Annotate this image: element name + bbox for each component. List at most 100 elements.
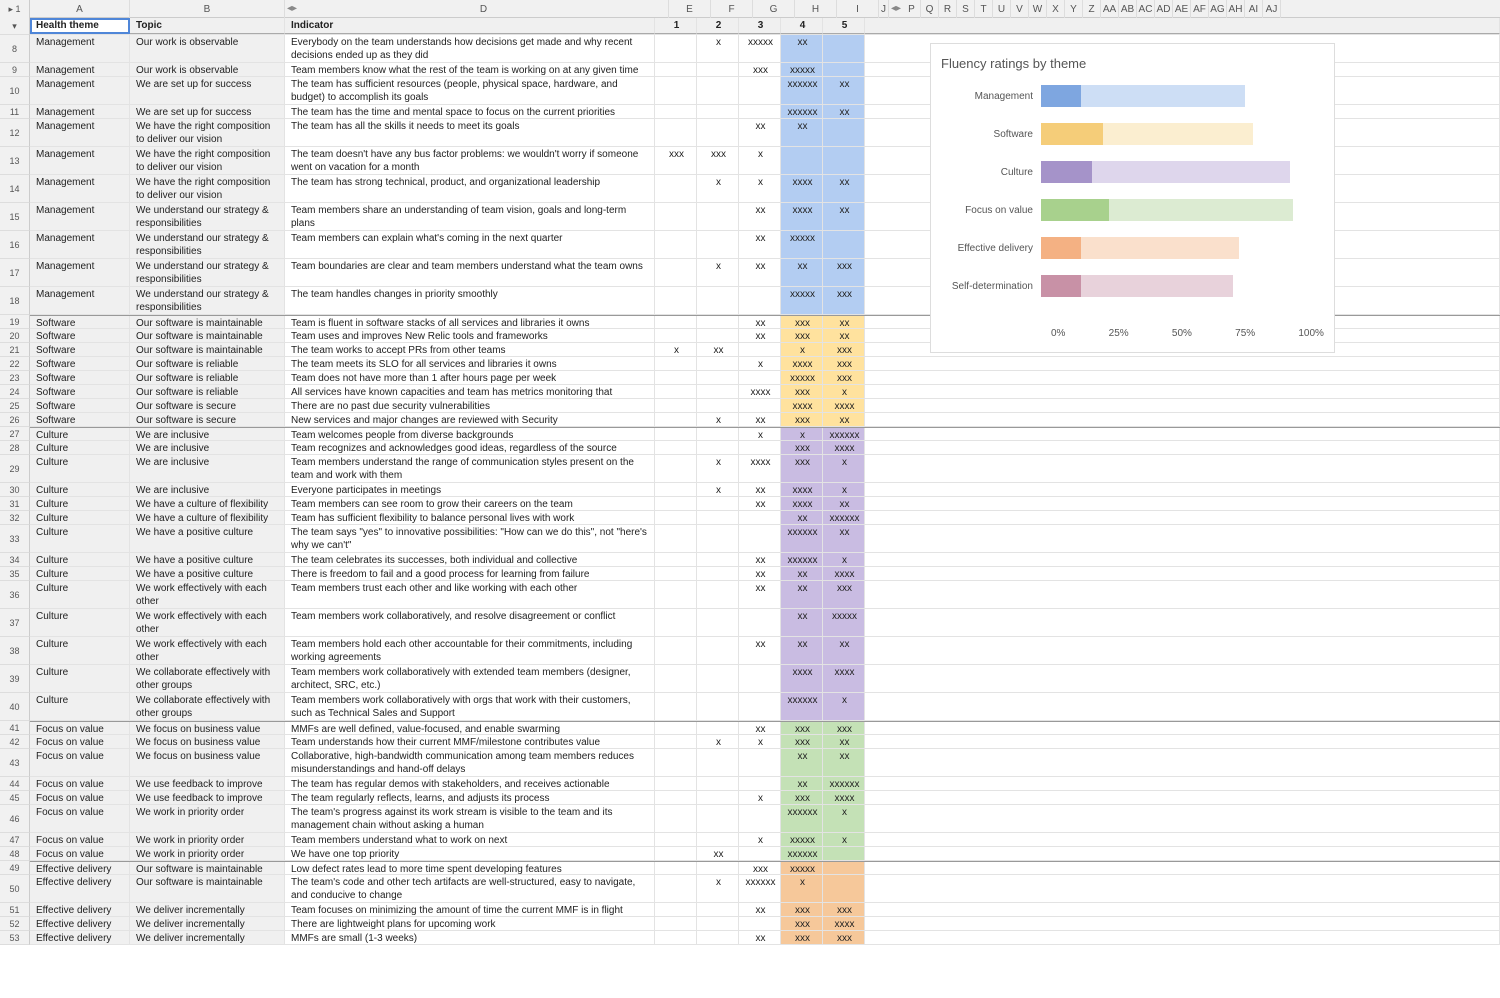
row-header-16[interactable]: 16 [0,231,30,259]
cell-empty[interactable] [865,749,1500,776]
cell-theme[interactable]: Management [30,147,130,174]
cell-theme[interactable]: Focus on value [30,833,130,846]
cell-topic[interactable]: We are inclusive [130,455,285,482]
cell-rating-5[interactable]: xx [823,175,865,202]
cell-topic[interactable]: We use feedback to improve [130,791,285,804]
cell-rating-2[interactable] [697,777,739,790]
cell-indicator[interactable]: Team members work collaboratively with e… [285,665,655,692]
cell-theme[interactable]: Software [30,343,130,356]
row-header-19[interactable]: 19 [0,315,30,329]
cell-empty[interactable] [865,735,1500,748]
cell-theme[interactable]: Effective delivery [30,917,130,930]
cell-rating-2[interactable] [697,567,739,580]
cell-topic[interactable]: We are set up for success [130,105,285,118]
cell-theme[interactable]: Management [30,63,130,76]
cell-rating-5[interactable]: xxxxxx [823,777,865,790]
cell-rating-5[interactable]: x [823,805,865,832]
cell-rating-3[interactable]: xx [739,231,781,258]
cell-topic[interactable]: We deliver incrementally [130,917,285,930]
cell-rating-3[interactable] [739,441,781,454]
cell-rating-3[interactable]: xxxxx [739,35,781,62]
cell-rating-3[interactable] [739,287,781,314]
header-r4[interactable]: 4 [781,18,823,34]
cell-rating-2[interactable] [697,105,739,118]
cell-rating-4[interactable]: xxxxx [781,862,823,874]
cell-rating-3[interactable]: x [739,735,781,748]
row-header-45[interactable]: 45 [0,791,30,805]
cell-theme[interactable]: Culture [30,525,130,552]
cell-rating-4[interactable]: xxx [781,931,823,944]
col-header-j[interactable]: J [879,0,889,18]
cell-rating-1[interactable] [655,777,697,790]
cell-rating-5[interactable]: xxxxxx [823,511,865,524]
cell-rating-3[interactable] [739,371,781,384]
cell-rating-5[interactable]: xxx [823,581,865,608]
cell-indicator[interactable]: The team's code and other tech artifacts… [285,875,655,902]
cell-indicator[interactable]: The team celebrates its successes, both … [285,553,655,566]
row-header-20[interactable]: 20 [0,329,30,343]
cell-indicator[interactable]: The team has sufficient resources (peopl… [285,77,655,104]
cell-indicator[interactable]: Team members hold each other accountable… [285,637,655,664]
cell-rating-2[interactable] [697,693,739,720]
cell-rating-2[interactable] [697,441,739,454]
row-header-27[interactable]: 27 [0,427,30,441]
col-header-e[interactable]: E [669,0,711,18]
cell-rating-5[interactable] [823,147,865,174]
cell-indicator[interactable]: Team uses and improves New Relic tools a… [285,329,655,342]
row-header-25[interactable]: 25 [0,399,30,413]
cell-topic[interactable]: Our software is maintainable [130,875,285,902]
cell-rating-5[interactable]: xxx [823,259,865,286]
row-header-38[interactable]: 38 [0,637,30,665]
cell-rating-5[interactable]: xx [823,105,865,118]
cell-indicator[interactable]: The team handles changes in priority smo… [285,287,655,314]
cell-rating-1[interactable] [655,805,697,832]
row-header-46[interactable]: 46 [0,805,30,833]
cell-indicator[interactable]: There are lightweight plans for upcoming… [285,917,655,930]
cell-rating-1[interactable] [655,917,697,930]
cell-rating-3[interactable] [739,609,781,636]
cell-theme[interactable]: Software [30,385,130,398]
cell-rating-1[interactable] [655,553,697,566]
cell-empty[interactable] [865,441,1500,454]
cell-rating-3[interactable]: x [739,357,781,370]
cell-rating-5[interactable]: xxxxx [823,609,865,636]
cell-rating-1[interactable] [655,931,697,944]
cell-rating-1[interactable] [655,609,697,636]
cell-empty[interactable] [865,833,1500,846]
cell-rating-2[interactable]: xx [697,847,739,860]
row-header-17[interactable]: 17 [0,259,30,287]
cell-empty[interactable] [865,637,1500,664]
cell-rating-1[interactable] [655,259,697,286]
cell-rating-4[interactable]: xx [781,609,823,636]
col-header-p[interactable]: P [903,0,921,18]
cell-rating-2[interactable] [697,329,739,342]
cell-rating-3[interactable]: xxxx [739,455,781,482]
cell-topic[interactable]: We collaborate effectively with other gr… [130,693,285,720]
cell-rating-5[interactable] [823,231,865,258]
cell-topic[interactable]: We collaborate effectively with other gr… [130,665,285,692]
header-topic[interactable]: Topic [130,18,285,34]
cell-rating-2[interactable]: x [697,35,739,62]
cell-empty[interactable] [865,385,1500,398]
col-header-ad[interactable]: AD [1155,0,1173,18]
cell-rating-2[interactable] [697,287,739,314]
cell-theme[interactable]: Culture [30,665,130,692]
cell-rating-1[interactable] [655,175,697,202]
cell-rating-4[interactable]: x [781,428,823,440]
cell-theme[interactable]: Management [30,287,130,314]
cell-theme[interactable]: Management [30,259,130,286]
cell-theme[interactable]: Culture [30,455,130,482]
cell-rating-4[interactable]: xxxxxx [781,105,823,118]
cell-rating-1[interactable] [655,77,697,104]
cell-rating-5[interactable]: x [823,553,865,566]
cell-rating-1[interactable] [655,329,697,342]
columns-collapsed-c[interactable]: ◂▸ [285,0,299,17]
cell-topic[interactable]: We are set up for success [130,77,285,104]
cell-rating-2[interactable] [697,399,739,412]
cell-empty[interactable] [865,805,1500,832]
col-header-r[interactable]: R [939,0,957,18]
cell-indicator[interactable]: Team has sufficient flexibility to balan… [285,511,655,524]
cell-rating-4[interactable]: xxxxx [781,833,823,846]
col-header-ac[interactable]: AC [1137,0,1155,18]
cell-rating-1[interactable] [655,581,697,608]
